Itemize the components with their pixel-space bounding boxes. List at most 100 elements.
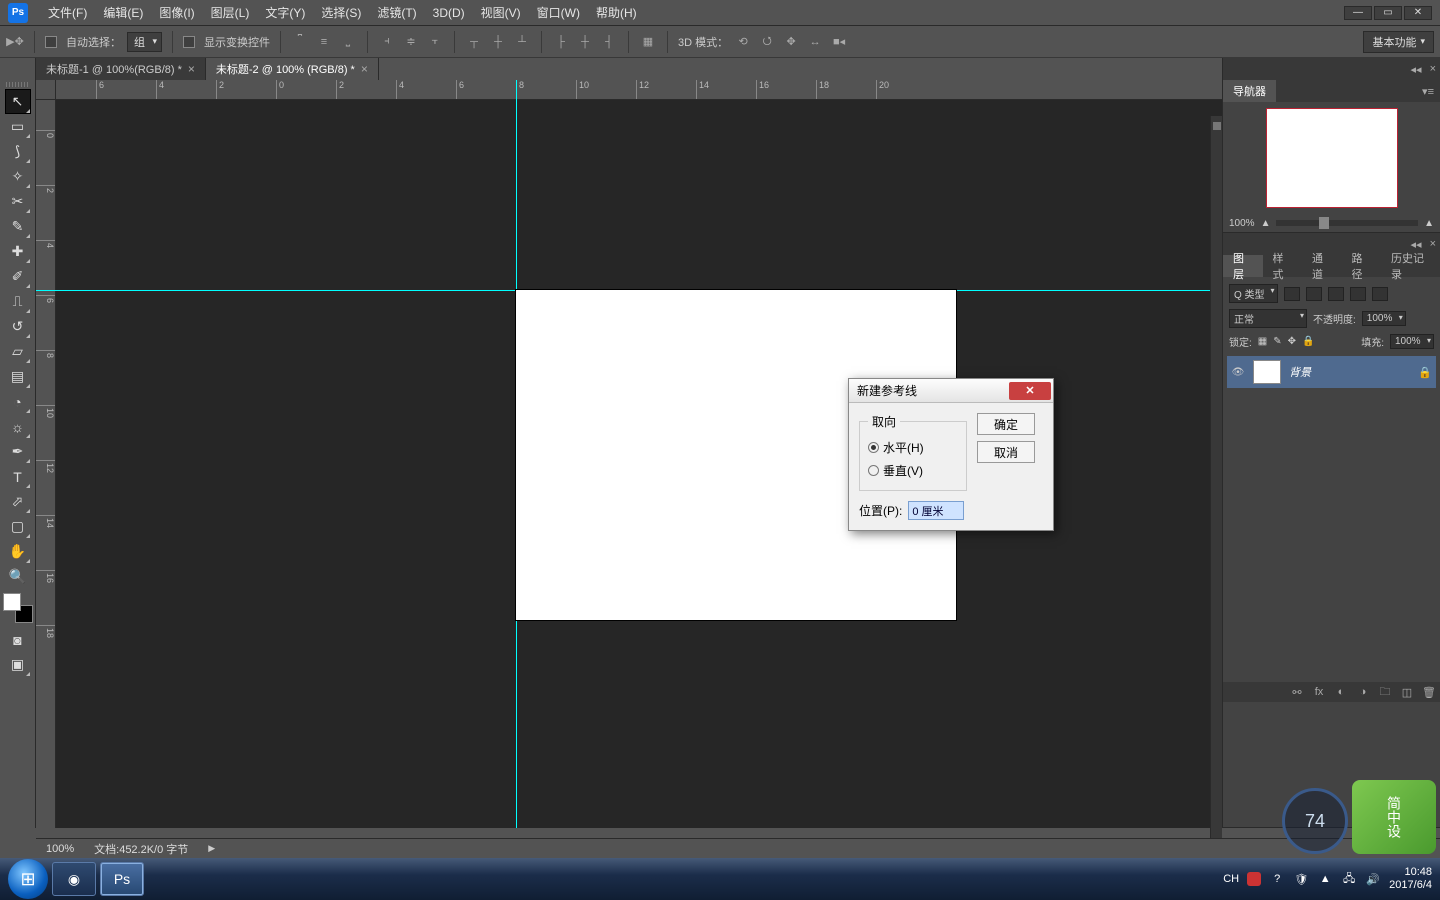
distribute-bottom-icon[interactable]: ┴ (513, 33, 531, 51)
filter-shape-icon[interactable] (1350, 287, 1366, 301)
align-vcenter-icon[interactable]: ≡ (315, 33, 333, 51)
expand-panels-icon[interactable] (1213, 122, 1221, 130)
quick-mask-toggle[interactable]: ◙ (5, 627, 31, 652)
layers-tab[interactable]: 图层 (1223, 255, 1263, 277)
lock-move-icon[interactable]: ✥ (1288, 336, 1296, 347)
marquee-tool[interactable]: ▭ (5, 114, 31, 139)
type-tool[interactable]: T (5, 464, 31, 489)
collapsed-panel-strip[interactable] (1210, 116, 1222, 886)
filter-type-icon[interactable] (1328, 287, 1344, 301)
tray-shield-icon[interactable]: 🛡 (1293, 871, 1309, 887)
group-icon[interactable]: 🗀 (1377, 685, 1393, 699)
ok-button[interactable]: 确定 (977, 413, 1035, 435)
tray-volume-icon[interactable]: 🔊 (1365, 871, 1381, 887)
adjustment-layer-icon[interactable]: ◑ (1355, 685, 1371, 699)
auto-align-icon[interactable]: ▦ (639, 33, 657, 51)
window-minimize[interactable]: — (1344, 6, 1372, 20)
layer-style-icon[interactable]: fx (1311, 685, 1327, 699)
radio-icon[interactable] (868, 465, 879, 476)
dialog-titlebar[interactable]: 新建参考线 ✕ (849, 379, 1053, 403)
distribute-vcenter-icon[interactable]: ┼ (489, 33, 507, 51)
status-doc-info[interactable]: 文档:452.2K/0 字节 (94, 841, 188, 857)
move-tool[interactable]: ↖ (5, 89, 31, 114)
pen-tool[interactable]: ✒ (5, 439, 31, 464)
align-bottom-icon[interactable]: ⎵ (339, 33, 357, 51)
gradient-tool[interactable]: ▤ (5, 364, 31, 389)
taskbar-clock[interactable]: 10:48 2017/6/4 (1389, 866, 1432, 892)
document-tab-2[interactable]: 未标题-2 @ 100% (RGB/8) * × (206, 58, 379, 80)
dialog-close-button[interactable]: ✕ (1009, 382, 1051, 400)
ruler-origin[interactable] (36, 80, 56, 100)
channels-tab[interactable]: 通道 (1302, 255, 1342, 277)
foreground-color[interactable] (3, 593, 21, 611)
tray-up-icon[interactable]: ▲ (1317, 871, 1333, 887)
navigator-tab[interactable]: 导航器 (1223, 80, 1276, 102)
taskbar-app-1[interactable]: ◉ (52, 862, 96, 896)
screen-mode-toggle[interactable]: ▣ (5, 652, 31, 677)
clone-stamp-tool[interactable]: ⎍ (5, 289, 31, 314)
3d-slide-icon[interactable]: ↔ (806, 33, 824, 51)
cpu-gauge-widget[interactable]: 74 (1282, 788, 1348, 854)
path-select-tool[interactable]: ⬀ (5, 489, 31, 514)
close-icon[interactable]: × (1426, 238, 1440, 250)
lock-brush-icon[interactable]: ✎ (1273, 336, 1281, 347)
layer-name[interactable]: 背景 (1289, 364, 1410, 380)
filter-adjust-icon[interactable] (1306, 287, 1322, 301)
close-icon[interactable]: × (1426, 63, 1440, 75)
align-right-icon[interactable]: ⫟ (426, 33, 444, 51)
eyedropper-tool[interactable]: ✎ (5, 214, 31, 239)
menu-view[interactable]: 视图(V) (473, 4, 529, 21)
menu-window[interactable]: 窗口(W) (529, 4, 588, 21)
delete-layer-icon[interactable]: 🗑 (1421, 685, 1437, 699)
fill-input[interactable]: 100% (1390, 334, 1434, 349)
radio-vertical[interactable]: 垂直(V) (868, 459, 958, 482)
menu-3d[interactable]: 3D(D) (425, 6, 473, 20)
color-swatches[interactable] (3, 593, 33, 623)
menu-filter[interactable]: 滤镜(T) (369, 4, 424, 21)
history-brush-tool[interactable]: ↺ (5, 314, 31, 339)
healing-brush-tool[interactable]: ✚ (5, 239, 31, 264)
paths-tab[interactable]: 路径 (1342, 255, 1382, 277)
hand-tool[interactable]: ✋ (5, 539, 31, 564)
status-menu-icon[interactable]: ▶ (208, 843, 215, 854)
history-tab[interactable]: 历史记录 (1381, 255, 1440, 277)
lock-all-icon[interactable]: 🔒 (1302, 336, 1314, 347)
layer-item-background[interactable]: 👁 背景 🔒 (1227, 356, 1436, 388)
3d-zoom-icon[interactable]: ■◂ (830, 33, 848, 51)
workspace-switcher[interactable]: 基本功能 (1363, 31, 1434, 53)
layer-filter-type[interactable]: Q 类型 (1229, 284, 1278, 303)
lasso-tool[interactable]: ⟆ (5, 139, 31, 164)
menu-image[interactable]: 图像(I) (151, 4, 202, 21)
link-layers-icon[interactable]: ⚯ (1289, 685, 1305, 699)
collapse-icon[interactable]: ◂◂ (1407, 63, 1426, 76)
navigator-thumbnail[interactable] (1266, 108, 1398, 208)
blend-mode-select[interactable]: 正常 (1229, 309, 1307, 328)
ruler-vertical[interactable]: 0 2 4 6 8 10 12 14 16 18 (36, 100, 56, 828)
magic-wand-tool[interactable]: ✧ (5, 164, 31, 189)
document-tab-1[interactable]: 未标题-1 @ 100%(RGB/8) * × (36, 58, 206, 80)
position-input[interactable] (908, 501, 964, 520)
status-zoom[interactable]: 100% (46, 843, 74, 855)
desktop-widget[interactable]: 简中设 (1352, 780, 1436, 854)
visibility-icon[interactable]: 👁 (1231, 367, 1245, 378)
tray-help-icon[interactable]: ? (1269, 871, 1285, 887)
align-hcenter-icon[interactable]: ≑ (402, 33, 420, 51)
new-layer-icon[interactable]: ◫ (1399, 685, 1415, 699)
window-maximize[interactable]: ▭ (1374, 6, 1402, 20)
collapse-icon[interactable]: ◂◂ (1407, 238, 1426, 251)
menu-edit[interactable]: 编辑(E) (95, 4, 151, 21)
tray-icon-1[interactable] (1247, 872, 1261, 886)
radio-icon[interactable] (868, 442, 879, 453)
brush-tool[interactable]: ✐ (5, 264, 31, 289)
distribute-top-icon[interactable]: ┬ (465, 33, 483, 51)
lock-transparent-icon[interactable]: ▦ (1258, 336, 1267, 347)
show-transform-checkbox[interactable] (183, 36, 195, 48)
3d-roll-icon[interactable]: ⭯ (758, 33, 776, 51)
distribute-left-icon[interactable]: ├ (552, 33, 570, 51)
blur-tool[interactable]: ◔ (5, 389, 31, 414)
dodge-tool[interactable]: ☼ (5, 414, 31, 439)
auto-select-target[interactable]: 组 (127, 32, 162, 52)
panel-menu-icon[interactable]: ▾≡ (1416, 85, 1440, 98)
auto-select-checkbox[interactable] (45, 36, 57, 48)
3d-orbit-icon[interactable]: ⟲ (734, 33, 752, 51)
